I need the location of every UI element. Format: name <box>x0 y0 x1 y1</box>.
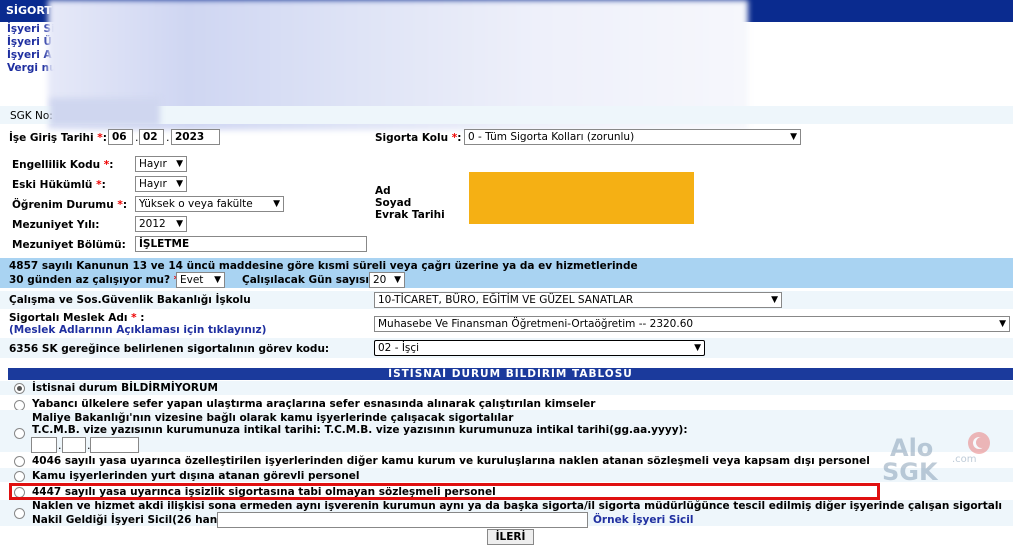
exception-table-title: İSTİSNAİ DURUM BİLDİRİM TABLOSU <box>8 368 1013 380</box>
insurance-branch-select[interactable]: 0 - Tüm Sigorta Kolları (zorunlu) ▼ <box>464 129 801 145</box>
exception-option-4: 4046 sayılı yasa uyarınca özelleştirilen… <box>32 455 870 467</box>
occupation-select[interactable]: Muhasebe Ve Finansman Öğretmeni-Ortaöğre… <box>374 316 1010 332</box>
education-select[interactable]: Yüksek o veya fakülte ▼ <box>135 196 284 212</box>
exception-option-2: Maliye Bakanlığı'nın vizesine bağlı olar… <box>32 412 514 424</box>
exception-radio-0[interactable] <box>14 383 25 394</box>
chevron-down-icon: ▼ <box>999 319 1006 329</box>
disability-select[interactable]: Hayır ▼ <box>135 156 187 172</box>
name-label: Ad <box>375 185 391 197</box>
doc-date-label: Evrak Tarihi <box>375 209 445 221</box>
workdays-label: Çalışılacak Gün sayısı: <box>242 274 374 286</box>
partial-time-text: 4857 sayılı Kanunun 13 ve 14 üncü maddes… <box>9 260 638 272</box>
grad-year-select[interactable]: 2012 ▼ <box>135 216 187 232</box>
chevron-down-icon: ▼ <box>771 295 778 305</box>
exception-option-7: Naklen ve hizmet akdi ilişkisi sona erme… <box>32 500 1003 512</box>
highlight-box <box>9 483 880 500</box>
exception-option-0: İstisnai durum BİLDİRMİYORUM <box>32 382 218 394</box>
chevron-down-icon: ▼ <box>214 275 221 285</box>
less30-select[interactable]: Evet ▼ <box>176 272 225 288</box>
chevron-down-icon: ▼ <box>176 219 183 229</box>
chevron-down-icon: ▼ <box>394 275 401 285</box>
duty-label: 6356 SK gereğince belirlenen sigortalını… <box>9 343 330 355</box>
next-button[interactable]: İLERİ <box>487 529 534 545</box>
exception-radio-2[interactable] <box>14 428 25 439</box>
sgk-label: SGK No: <box>10 110 53 122</box>
exception-option-1: Yabancı ülkelere sefer yapan ulaştırma a… <box>32 398 596 410</box>
less30-label: 30 günden az çalışıyor mu? *: <box>9 274 183 286</box>
start-year-input[interactable]: 2023 <box>171 129 220 145</box>
chevron-down-icon: ▼ <box>694 343 701 353</box>
chevron-down-icon: ▼ <box>176 179 183 189</box>
grad-year-label: Mezuniyet Yılı: <box>12 219 100 231</box>
chevron-down-icon: ▼ <box>176 159 183 169</box>
chevron-down-icon: ▼ <box>273 199 280 209</box>
workdays-select[interactable]: 20 ▼ <box>369 272 405 288</box>
occupation-label: Sigortalı Meslek Adı * : <box>9 312 145 324</box>
duty-select[interactable]: 02 - İşçi ▼ <box>374 340 705 356</box>
start-date-label: İşe Giriş Tarihi *: <box>9 132 107 144</box>
vize-year-input[interactable] <box>90 437 139 453</box>
exception-option-5: Kamu işyerlerinden yurt dışına atanan gö… <box>32 470 360 482</box>
grad-dept-label: Mezuniyet Bölümü: <box>12 239 126 251</box>
grad-dept-input[interactable]: İŞLETME <box>135 236 367 252</box>
chevron-down-icon: ▼ <box>790 132 797 142</box>
exception-option-3: T.C.M.B. vize yazısının kurumunuza intik… <box>32 424 688 436</box>
watermark-suffix: .com <box>952 454 977 465</box>
watermark-bottom-text: SGK <box>882 458 938 486</box>
redacted-name-block <box>469 172 694 224</box>
employer-label-3: İşyeri A <box>7 49 52 61</box>
redacted-sgk-number <box>50 98 160 126</box>
iskolu-select[interactable]: 10-TİCARET, BÜRO, EĞİTİM VE GÜZEL SANATL… <box>374 292 782 308</box>
iskolu-label: Çalışma ve Sos.Güvenlik Bakanlığı İşkolu <box>9 294 251 306</box>
exception-radio-3[interactable] <box>14 456 25 467</box>
occupation-help-link[interactable]: (Meslek Adlarının Açıklaması için tıklay… <box>9 324 266 336</box>
convict-select[interactable]: Hayır ▼ <box>135 176 187 192</box>
start-day-input[interactable]: 06 <box>108 129 133 145</box>
header-title: SİGORT <box>6 4 52 17</box>
vize-day-input[interactable] <box>31 437 57 453</box>
transfer-registry-input[interactable] <box>217 512 588 528</box>
exception-option-8: Nakil Geldiği İşyeri Sicil(26 hane) <box>32 514 230 526</box>
surname-label: Soyad <box>375 197 412 209</box>
turkey-flag-icon <box>968 432 990 454</box>
disability-label: Engellilik Kodu *: <box>12 159 114 171</box>
insurance-branch-label: Sigorta Kolu *: <box>375 132 462 144</box>
employer-label-2: İşyeri Ü <box>7 36 53 48</box>
exception-radio-6[interactable] <box>14 508 25 519</box>
alosgk-watermark-logo: Alo SGK .com <box>880 432 1000 492</box>
start-month-input[interactable]: 02 <box>139 129 164 145</box>
education-label: Öğrenim Durumu *: <box>12 199 128 211</box>
example-registry-link[interactable]: Örnek İşyeri Sicil <box>593 514 693 526</box>
exception-radio-4[interactable] <box>14 471 25 482</box>
convict-label: Eski Hükümlü *: <box>12 179 106 191</box>
vize-month-input[interactable] <box>62 437 86 453</box>
